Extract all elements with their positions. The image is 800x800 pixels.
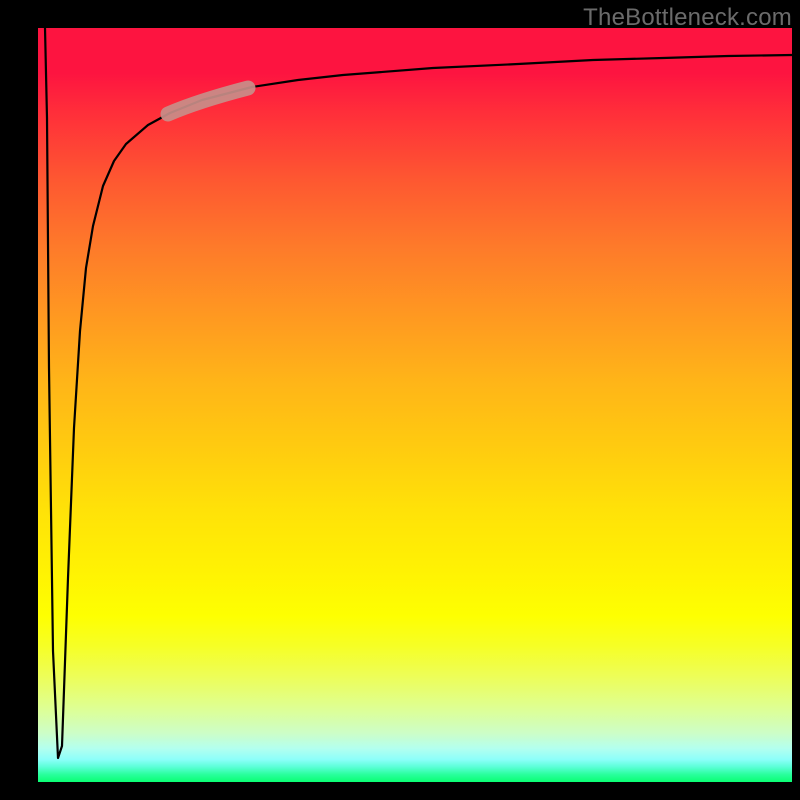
watermark-text: TheBottleneck.com: [583, 4, 792, 32]
bottleneck-curve-path: [45, 28, 792, 758]
chart-frame: TheBottleneck.com: [0, 0, 800, 800]
curve-svg: [38, 28, 792, 782]
plot-area: [38, 28, 792, 782]
highlight-segment: [168, 88, 248, 114]
